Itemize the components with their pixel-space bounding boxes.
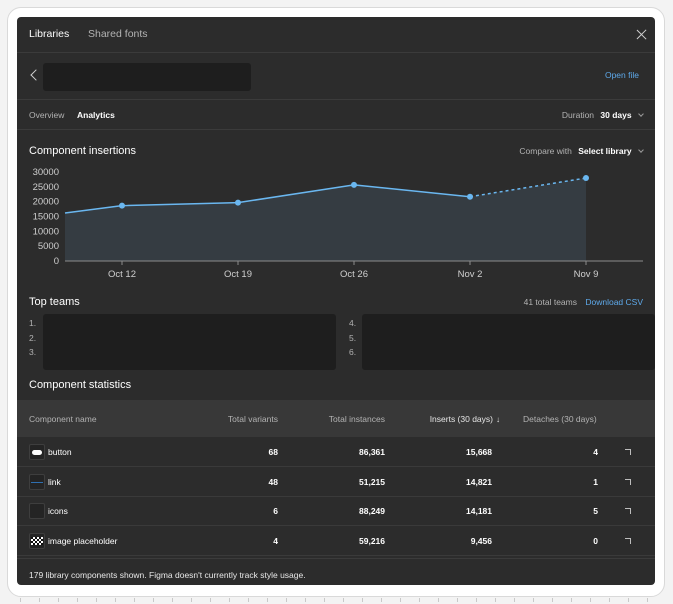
- x-tick-label: Nov 2: [458, 269, 483, 280]
- insertions-chart: 0 5000 10000 15000 20000 25000 30000 Oct 12 Oct …: [33, 167, 643, 280]
- y-tick-label: 15000: [33, 212, 59, 223]
- team-rank: 2.: [29, 333, 37, 343]
- y-tick-label: 20000: [33, 197, 59, 208]
- libraries-panel: Libraries Shared fonts Open file Overvie…: [17, 17, 655, 585]
- table-header: Component name Total variants Total inst…: [17, 400, 655, 437]
- chevron-right-icon[interactable]: [625, 448, 631, 455]
- chevron-down-icon: [638, 111, 644, 117]
- duration-label: Duration: [561, 110, 595, 120]
- top-teams-actions: 41 total teams Download CSV: [524, 297, 643, 307]
- close-icon[interactable]: [636, 29, 647, 40]
- y-tick-label: 10000: [33, 226, 59, 237]
- team-rank: 6.: [349, 347, 357, 357]
- column-header-inserts-label: Inserts (30 days): [429, 413, 493, 424]
- data-point: [467, 193, 473, 200]
- total-variants: 4: [273, 535, 278, 546]
- image-placeholder-thumbnail-icon: [29, 532, 45, 549]
- component-name: link: [48, 476, 61, 487]
- team-rank: 5.: [349, 333, 357, 343]
- data-point: [583, 175, 589, 182]
- library-name-redacted: [43, 63, 251, 91]
- statistics-title: Component statistics: [29, 379, 132, 391]
- column-header-instances[interactable]: Total instances: [285, 414, 385, 424]
- data-point: [119, 202, 125, 209]
- open-file-link[interactable]: Open file: [605, 70, 639, 80]
- compare-library-dropdown[interactable]: Compare with Select library: [519, 146, 644, 156]
- y-tick-label: 25000: [33, 182, 59, 193]
- team-rank: 1.: [29, 318, 37, 328]
- compare-label: Compare with: [519, 146, 572, 156]
- chevron-right-icon[interactable]: [625, 537, 631, 544]
- header-divider: [17, 52, 655, 53]
- file-row-divider: [17, 99, 655, 100]
- ruler-ticks: [20, 598, 660, 602]
- y-tick-label: 5000: [38, 241, 59, 252]
- footer-divider: [17, 558, 655, 559]
- detaches-30-days: 1: [593, 476, 598, 487]
- compare-value: Select library: [578, 146, 632, 156]
- footer-note: 179 library components shown. Figma does…: [29, 570, 306, 580]
- table-row[interactable]: button 68 86,361 15,668 4: [17, 437, 655, 467]
- link-thumbnail-icon: [29, 473, 45, 490]
- detaches-30-days: 0: [593, 535, 598, 546]
- table-row[interactable]: icons 6 88,249 14,181 5: [17, 496, 655, 526]
- x-tick-label: Nov 9: [574, 269, 599, 280]
- team-rank: 3.: [29, 347, 37, 357]
- column-header-variants[interactable]: Total variants: [178, 414, 278, 424]
- tab-shared-fonts[interactable]: Shared fonts: [88, 28, 148, 40]
- chevron-right-icon[interactable]: [625, 478, 631, 485]
- component-name: image placeholder: [48, 535, 118, 546]
- total-instances: 59,216: [359, 535, 385, 546]
- table-row[interactable]: image placeholder 4 59,216 9,456 0: [17, 526, 655, 556]
- table-row[interactable]: link 48 51,215 14,821 1: [17, 467, 655, 497]
- total-instances: 86,361: [359, 446, 385, 457]
- teams-list-redacted-left: [43, 314, 336, 370]
- inserts-30-days: 9,456: [470, 535, 492, 546]
- total-variants: 48: [268, 476, 278, 487]
- sort-descending-icon: ↓: [496, 414, 500, 424]
- chevron-right-icon[interactable]: [625, 507, 631, 514]
- y-tick-label: 0: [54, 256, 59, 267]
- total-instances: 51,215: [359, 476, 385, 487]
- tabs-divider: [17, 129, 655, 130]
- chevron-down-icon: [638, 147, 644, 153]
- teams-list-redacted-right: [362, 314, 655, 370]
- y-tick-label: 30000: [33, 167, 59, 178]
- detaches-30-days: 5: [593, 505, 598, 516]
- total-instances: 88,249: [359, 505, 385, 516]
- column-header-detaches[interactable]: Detaches (30 days): [523, 414, 597, 424]
- icons-thumbnail-icon: [29, 502, 45, 519]
- x-tick-label: Oct 26: [340, 269, 368, 280]
- total-variants: 6: [273, 505, 278, 516]
- detaches-30-days: 4: [593, 446, 598, 457]
- inserts-30-days: 15,668: [466, 446, 492, 457]
- duration-value: 30 days: [600, 110, 632, 120]
- inserts-30-days: 14,181: [466, 505, 492, 516]
- tab-libraries[interactable]: Libraries: [29, 28, 69, 40]
- column-header-name[interactable]: Component name: [29, 414, 97, 424]
- button-thumbnail-icon: [29, 443, 45, 460]
- x-tick-label: Oct 19: [224, 269, 252, 280]
- tab-analytics[interactable]: Analytics: [77, 110, 115, 120]
- duration-dropdown[interactable]: Duration 30 days: [561, 110, 644, 120]
- download-csv-link[interactable]: Download CSV: [585, 297, 643, 307]
- inserts-30-days: 14,821: [466, 476, 492, 487]
- top-teams-title: Top teams: [29, 296, 80, 308]
- column-header-inserts[interactable]: Inserts (30 days) ↓: [430, 414, 500, 424]
- data-point: [351, 181, 357, 188]
- x-tick-label: Oct 12: [108, 269, 136, 280]
- chevron-left-icon[interactable]: [30, 69, 42, 81]
- data-point: [235, 199, 241, 206]
- total-variants: 68: [268, 446, 278, 457]
- team-rank: 4.: [349, 318, 357, 328]
- component-name: icons: [48, 505, 68, 516]
- tab-overview[interactable]: Overview: [29, 110, 64, 120]
- component-name: button: [48, 446, 72, 457]
- insertions-title: Component insertions: [29, 145, 137, 157]
- total-teams-count: 41 total teams: [523, 297, 577, 307]
